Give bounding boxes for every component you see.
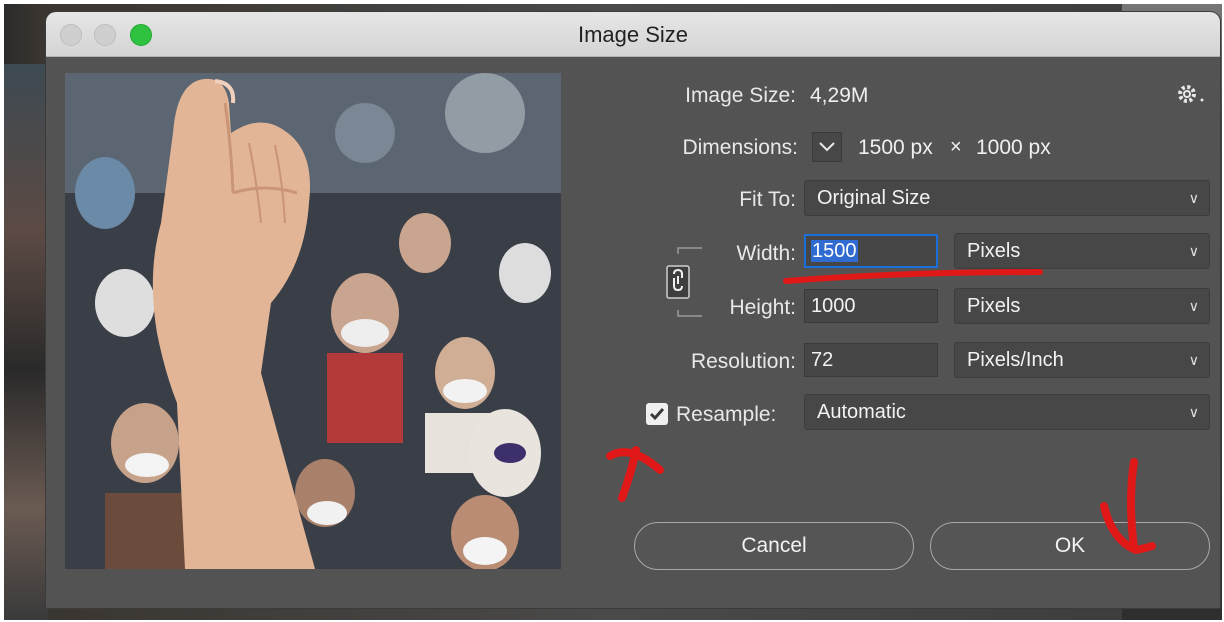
height-unit-value: Pixels	[967, 295, 1021, 317]
image-size-label: Image Size:	[685, 84, 796, 107]
dimensions-unit-toggle[interactable]	[812, 132, 842, 162]
image-preview[interactable]	[65, 73, 561, 569]
resolution-field[interactable]: 72	[804, 343, 938, 377]
width-label: Width:	[736, 242, 796, 265]
title-bar: Image Size	[46, 12, 1220, 57]
resample-value: Automatic	[817, 401, 906, 423]
ok-button[interactable]: OK	[930, 522, 1210, 570]
height-value: 1000	[811, 295, 856, 317]
width-unit-value: Pixels	[967, 240, 1021, 262]
dimensions-times: ×	[950, 136, 962, 158]
height-unit-select[interactable]: Pixels ∨	[954, 288, 1210, 324]
chevron-down-icon: ∨	[1188, 190, 1199, 206]
resolution-value: 72	[811, 349, 834, 371]
dimensions-label: Dimensions:	[682, 136, 798, 159]
resample-checkbox[interactable]	[646, 403, 668, 425]
resample-select[interactable]: Automatic ∨	[804, 394, 1210, 430]
height-label: Height:	[729, 296, 796, 319]
chevron-down-icon: ∨	[1188, 298, 1199, 314]
fit-to-value: Original Size	[817, 187, 931, 209]
width-unit-select[interactable]: Pixels ∨	[954, 233, 1210, 269]
chevron-down-icon: ∨	[1188, 404, 1199, 420]
resolution-unit-select[interactable]: Pixels/Inch ∨	[954, 342, 1210, 378]
dimensions-height: 1000 px	[976, 136, 1051, 159]
resample-label: Resample:	[676, 403, 777, 426]
fit-to-label: Fit To:	[739, 188, 796, 211]
cancel-button[interactable]: Cancel	[634, 522, 914, 570]
height-field[interactable]: 1000	[804, 289, 938, 323]
chevron-down-icon: ∨	[1188, 352, 1199, 368]
resolution-label: Resolution:	[690, 350, 796, 373]
gear-icon[interactable]	[1174, 80, 1210, 108]
chevron-down-icon	[819, 142, 835, 152]
checkmark-icon	[649, 408, 665, 421]
image-size-dialog: Image Size Image Size: 4,29M Dimensions:…	[46, 12, 1220, 608]
width-field[interactable]: 1500	[804, 234, 938, 268]
dimensions-width: 1500 px	[858, 136, 933, 159]
image-size-value: 4,29M	[810, 84, 869, 107]
background-left-edge	[4, 64, 48, 620]
fit-to-select[interactable]: Original Size ∨	[804, 180, 1210, 216]
chevron-down-icon: ∨	[1188, 243, 1199, 259]
resolution-unit-value: Pixels/Inch	[967, 349, 1064, 371]
width-value: 1500	[811, 240, 858, 262]
window-title: Image Size	[577, 22, 689, 47]
